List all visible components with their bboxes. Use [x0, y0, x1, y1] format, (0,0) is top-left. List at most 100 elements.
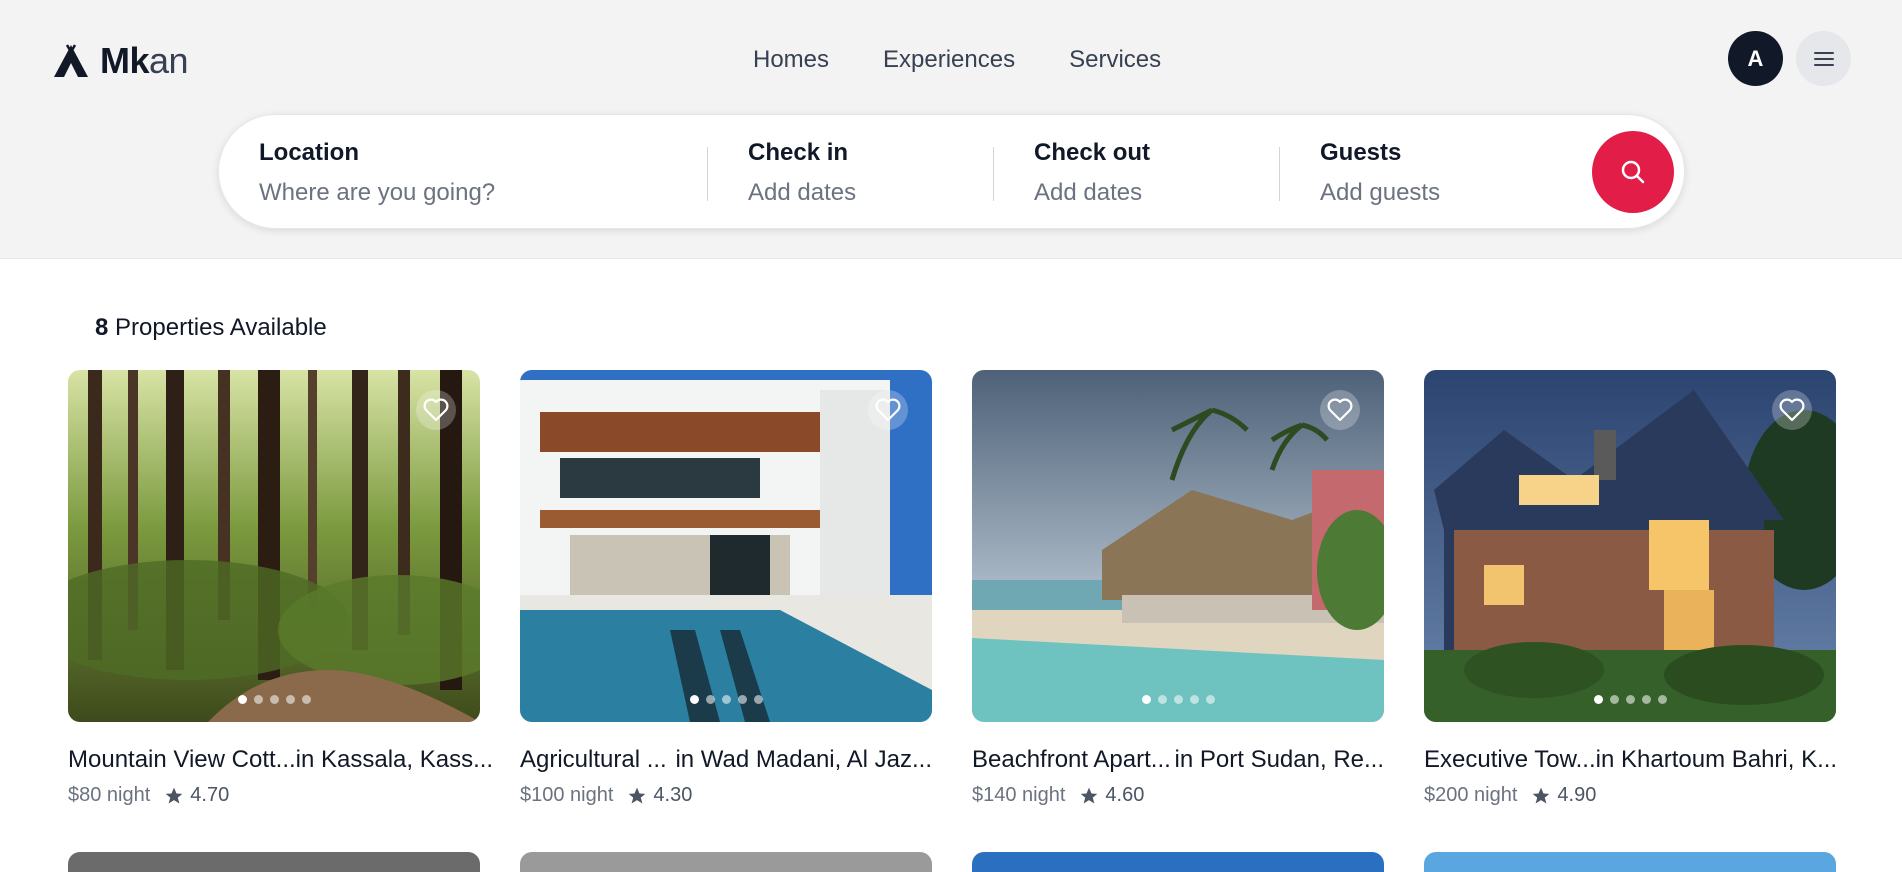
listing-photo[interactable]: [68, 370, 480, 722]
brand-name: Mkan: [100, 40, 189, 81]
star-icon: [629, 787, 646, 803]
divider: [707, 147, 708, 201]
star-icon: [165, 787, 183, 803]
listing-card[interactable]: Beachfront Apart... in Port Sudan, Re...…: [972, 370, 1384, 807]
listing-card-partial[interactable]: [1424, 852, 1836, 872]
nav-services[interactable]: Services: [1069, 44, 1161, 76]
pager-dot[interactable]: [1157, 695, 1167, 704]
guests-field[interactable]: Guests Add guests: [1320, 139, 1440, 207]
listing-title[interactable]: Executive Tow...: [1424, 746, 1596, 774]
heart-icon: [875, 398, 901, 422]
listing-card-partial[interactable]: [68, 852, 480, 872]
listing-price: $140 night: [972, 784, 1066, 806]
favorite-button[interactable]: [868, 390, 908, 430]
beach-photo: [972, 370, 1384, 722]
listing-price: $80 night: [68, 784, 151, 806]
house-photo: [1424, 370, 1836, 722]
pager-dot[interactable]: [301, 695, 311, 704]
checkout-field[interactable]: Check out Add dates: [1034, 139, 1150, 207]
villa-photo: [520, 370, 932, 722]
guests-label: Guests: [1320, 139, 1402, 166]
pager-dot[interactable]: [237, 695, 247, 704]
pager-dot[interactable]: [1205, 695, 1215, 704]
favorite-button[interactable]: [1772, 390, 1812, 430]
checkin-label: Check in: [748, 139, 849, 166]
listing-title[interactable]: Beachfront Apart...: [972, 746, 1171, 774]
star-icon: [1533, 787, 1550, 803]
listing-location: in Wad Madani, Al Jaz...: [675, 746, 932, 773]
search-icon: [1621, 160, 1645, 184]
pager-dot[interactable]: [1641, 695, 1651, 704]
pager-dot[interactable]: [737, 695, 747, 704]
listing-card[interactable]: Mountain View Cott... in Kassala, Kass..…: [68, 370, 493, 807]
forest-photo: [68, 370, 480, 722]
menu-button[interactable]: [1796, 31, 1851, 86]
nav-homes[interactable]: Homes: [753, 44, 829, 76]
hamburger-icon: [1813, 51, 1834, 66]
rating-value: 4.30: [653, 784, 693, 806]
listing-card[interactable]: Agricultural ... in Wad Madani, Al Jaz..…: [520, 370, 932, 807]
pager-dot[interactable]: [689, 695, 699, 704]
listing-location: in Khartoum Bahri, K...: [1595, 746, 1838, 773]
pager-dot[interactable]: [1625, 695, 1635, 704]
guests-input[interactable]: Add guests: [1320, 179, 1440, 207]
listing-rating: 4.90: [1531, 784, 1596, 807]
pager-dot[interactable]: [1173, 695, 1183, 704]
heart-icon: [1327, 398, 1353, 422]
image-pager[interactable]: [1424, 695, 1836, 704]
search-bar: Location Where are you going? Check in A…: [218, 114, 1685, 229]
location-input[interactable]: Where are you going?: [259, 179, 495, 207]
image-pager[interactable]: [520, 695, 932, 704]
listing-rating: 4.70: [164, 784, 229, 807]
pager-dot[interactable]: [1189, 695, 1199, 704]
heart-icon: [423, 398, 449, 422]
location-field[interactable]: Location Where are you going?: [259, 139, 495, 207]
pager-dot[interactable]: [1609, 695, 1619, 704]
heart-icon: [1779, 398, 1805, 422]
pager-dot[interactable]: [1141, 695, 1151, 704]
checkout-label: Check out: [1034, 139, 1151, 166]
search-button[interactable]: [1592, 131, 1674, 213]
listing-card-partial[interactable]: [520, 852, 932, 872]
header: Mkan Homes Experiences Services A Locati…: [0, 0, 1902, 259]
checkout-input[interactable]: Add dates: [1034, 179, 1150, 207]
star-icon: [1081, 787, 1098, 803]
rating-value: 4.60: [1105, 784, 1145, 806]
rating-value: 4.70: [190, 784, 230, 806]
image-pager[interactable]: [972, 695, 1384, 704]
listing-title[interactable]: Agricultural ...: [520, 746, 667, 774]
listing-card[interactable]: Executive Tow... in Khartoum Bahri, K...…: [1424, 370, 1838, 807]
listing-price: $200 night: [1424, 784, 1518, 806]
results-count: 8 Properties Available: [95, 314, 327, 341]
pager-dot[interactable]: [1657, 695, 1667, 704]
listing-price: $100 night: [520, 784, 614, 806]
favorite-button[interactable]: [416, 390, 456, 430]
nav-experiences[interactable]: Experiences: [883, 44, 1015, 76]
listing-photo[interactable]: [1424, 370, 1836, 722]
listing-rating: 4.30: [627, 784, 692, 807]
avatar[interactable]: A: [1728, 31, 1783, 86]
main-nav: Homes Experiences Services: [753, 44, 1161, 76]
listing-photo[interactable]: [520, 370, 932, 722]
checkin-field[interactable]: Check in Add dates: [748, 139, 856, 207]
pager-dot[interactable]: [721, 695, 731, 704]
listing-title[interactable]: Mountain View Cott...: [68, 746, 296, 774]
divider: [993, 147, 994, 201]
image-pager[interactable]: [68, 695, 480, 704]
tent-icon: [54, 44, 88, 77]
rating-value: 4.90: [1557, 784, 1597, 806]
checkin-input[interactable]: Add dates: [748, 179, 856, 207]
pager-dot[interactable]: [285, 695, 295, 704]
listing-location: in Port Sudan, Re...: [1174, 746, 1384, 773]
pager-dot[interactable]: [253, 695, 263, 704]
pager-dot[interactable]: [1593, 695, 1603, 704]
listing-card-partial[interactable]: [972, 852, 1384, 872]
pager-dot[interactable]: [753, 695, 763, 704]
pager-dot[interactable]: [705, 695, 715, 704]
pager-dot[interactable]: [269, 695, 279, 704]
listing-rating: 4.60: [1079, 784, 1144, 807]
listing-photo[interactable]: [972, 370, 1384, 722]
logo[interactable]: Mkan: [52, 40, 189, 82]
divider: [1279, 147, 1280, 201]
favorite-button[interactable]: [1320, 390, 1360, 430]
